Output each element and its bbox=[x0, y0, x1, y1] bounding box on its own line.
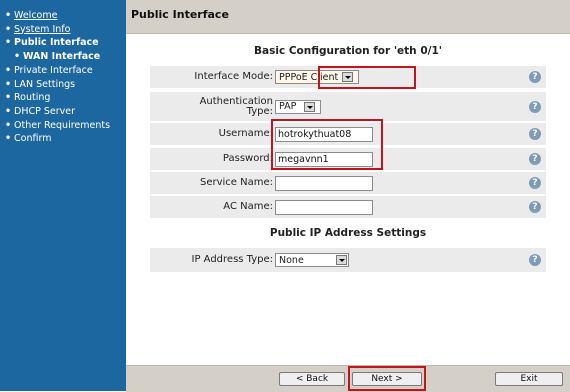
interface-mode-label: Interface Mode: bbox=[194, 71, 273, 82]
sidebar-nav: • Welcome • System Info • Public Interface … bbox=[0, 0, 126, 391]
interface-mode-row: Interface Mode: PPPoE Client ? bbox=[150, 66, 546, 88]
chevron-down-icon bbox=[336, 255, 347, 265]
ip-settings-title: Public IP Address Settings bbox=[269, 227, 427, 239]
main-panel: Public Interface Basic Configuration for… bbox=[126, 0, 570, 392]
password-field[interactable] bbox=[275, 151, 373, 167]
sidebar-item-label: Confirm bbox=[14, 133, 52, 145]
ac-name-label: AC Name: bbox=[223, 201, 273, 212]
sidebar-item-label: Private Interface bbox=[14, 64, 93, 76]
ip-type-value: None bbox=[279, 254, 304, 266]
sidebar-item-welcome[interactable]: • Welcome bbox=[0, 9, 126, 23]
ip-type-select[interactable]: None bbox=[275, 253, 349, 267]
sidebar-item-label: DHCP Server bbox=[14, 105, 75, 117]
username-label: Username: bbox=[218, 128, 273, 139]
ac-name-field[interactable] bbox=[275, 199, 373, 215]
ip-type-label: IP Address Type: bbox=[191, 254, 274, 265]
help-icon[interactable]: ? bbox=[529, 177, 541, 189]
interface-mode-select[interactable]: PPPoE Client bbox=[275, 70, 359, 84]
basic-config-title: Basic Configuration for 'eth 0/1' bbox=[254, 45, 442, 57]
page-title: Public Interface bbox=[126, 0, 570, 34]
chevron-down-icon bbox=[342, 72, 354, 82]
sidebar-item-private-interface[interactable]: • Private Interface bbox=[0, 64, 126, 78]
ip-type-row: IP Address Type: None ? bbox=[150, 248, 546, 272]
sidebar-item-label: LAN Settings bbox=[14, 78, 76, 90]
back-button[interactable]: < Back bbox=[279, 372, 345, 386]
help-icon[interactable]: ? bbox=[529, 128, 541, 140]
sidebar-item-routing[interactable]: • Routing bbox=[0, 91, 126, 105]
help-icon[interactable]: ? bbox=[529, 100, 541, 113]
ac-name-row: AC Name: ? bbox=[150, 196, 546, 218]
help-icon[interactable]: ? bbox=[529, 201, 541, 213]
sidebar-item-confirm[interactable]: • Confirm bbox=[0, 132, 126, 146]
sidebar-item-system-info[interactable]: • System Info bbox=[0, 23, 126, 37]
sidebar-item-label: Other Requirements bbox=[14, 119, 111, 131]
next-button[interactable]: Next > bbox=[352, 372, 422, 386]
help-icon[interactable]: ? bbox=[529, 153, 541, 165]
help-icon[interactable]: ? bbox=[529, 254, 541, 266]
auth-type-row: Authentication Type: PAP ? bbox=[150, 92, 546, 121]
sidebar-item-dhcp-server[interactable]: • DHCP Server bbox=[0, 105, 126, 119]
sidebar-item-label: System Info bbox=[14, 23, 71, 35]
sidebar-item-public-interface[interactable]: • Public Interface bbox=[0, 36, 126, 50]
chevron-down-icon bbox=[304, 101, 316, 112]
sidebar-item-wan-interface[interactable]: • WAN Interface bbox=[0, 50, 126, 64]
help-icon[interactable]: ? bbox=[529, 71, 541, 83]
sidebar-item-label: WAN Interface bbox=[23, 51, 101, 63]
sidebar-item-lan-settings[interactable]: • LAN Settings bbox=[0, 78, 126, 92]
username-row: Username: ? bbox=[150, 123, 546, 145]
interface-mode-value: PPPoE Client bbox=[279, 71, 339, 83]
username-field[interactable] bbox=[275, 126, 373, 142]
password-label: Password: bbox=[222, 153, 273, 164]
config-form: Basic Configuration for 'eth 0/1' Interf… bbox=[126, 35, 570, 365]
footer-bar: < Back Next > Exit bbox=[126, 365, 570, 392]
auth-type-value: PAP bbox=[279, 101, 297, 112]
auth-type-select[interactable]: PAP bbox=[275, 99, 321, 114]
auth-type-label: Authentication Type: bbox=[199, 95, 273, 117]
password-row: Password: ? bbox=[150, 148, 546, 170]
sidebar-item-label: Welcome bbox=[14, 10, 58, 21]
exit-button[interactable]: Exit bbox=[495, 372, 563, 386]
sidebar-item-other-requirements[interactable]: • Other Requirements bbox=[0, 119, 126, 133]
sidebar-item-label: Routing bbox=[14, 92, 51, 104]
service-name-row: Service Name: ? bbox=[150, 172, 546, 194]
service-name-field[interactable] bbox=[275, 175, 373, 191]
sidebar-item-label: Public Interface bbox=[14, 37, 99, 49]
service-name-label: Service Name: bbox=[199, 177, 273, 188]
